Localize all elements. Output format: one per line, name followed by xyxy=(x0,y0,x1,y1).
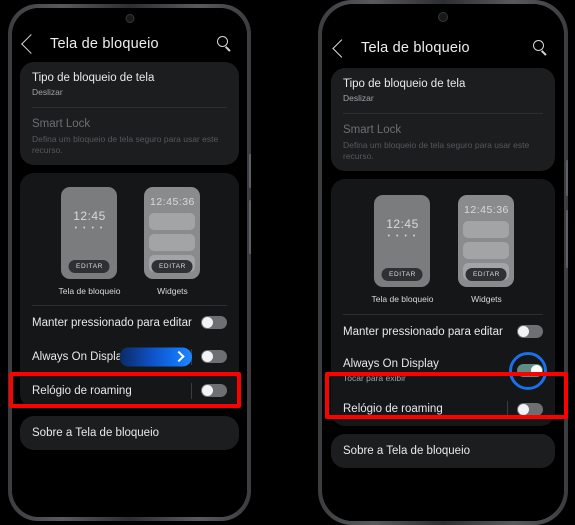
smart-lock-subtitle: Defina um bloqueio de tela seguro para u… xyxy=(32,133,219,155)
always-on-display-toggle[interactable] xyxy=(517,364,543,378)
always-on-display-title: Always On Display xyxy=(343,357,439,370)
page-title: Tela de bloqueio xyxy=(361,40,470,56)
widgets-tile[interactable]: 12:45:36 EDITAR xyxy=(458,194,515,287)
toggle-separator xyxy=(507,401,508,418)
phone-left-volume-button xyxy=(249,200,251,254)
widget-bar xyxy=(463,220,510,238)
front-camera-icon xyxy=(125,14,134,23)
roaming-clock-title: Relógio de roaming xyxy=(343,403,443,416)
about-lockscreen-title: Sobre a Tela de bloqueio xyxy=(343,445,471,458)
phone-right-bezel: Tela de bloqueio Tipo de bloqueio de tel… xyxy=(322,4,564,521)
lock-type-subtitle: Deslizar xyxy=(343,93,374,104)
roaming-clock-title: Relógio de roaming xyxy=(32,384,132,397)
row-roaming-clock[interactable]: Relógio de roaming xyxy=(20,374,239,408)
lockscreen-settings-app-left: Tela de bloqueio Tipo de bloqueio de tel… xyxy=(12,8,247,517)
app-header: Tela de bloqueio xyxy=(18,26,241,62)
comparison-stage: Tela de bloqueio Tipo de bloqueio de tel… xyxy=(0,0,575,525)
widgets-caption: Widgets xyxy=(471,293,502,304)
search-icon[interactable] xyxy=(217,36,233,52)
back-chevron-icon[interactable] xyxy=(21,34,41,54)
lock-type-subtitle: Deslizar xyxy=(32,87,63,98)
always-on-display-subtitle: Tocar para exibir xyxy=(343,373,406,384)
widgets-tile[interactable]: 12:45:36 EDITAR xyxy=(144,186,201,279)
preview-card: 12:45 • • • • EDITAR Tela de bloqueio 12… xyxy=(20,172,239,408)
toggle-separator xyxy=(191,382,192,399)
lock-type-title: Tipo de bloqueio de tela xyxy=(32,72,155,84)
page-title: Tela de bloqueio xyxy=(50,36,159,52)
lockscreen-settings-app-right: Tela de bloqueio Tipo de bloqueio de tel… xyxy=(322,4,564,521)
lockscreen-tile-dots: • • • • xyxy=(74,224,105,232)
blue-arrow-callout-icon xyxy=(120,347,192,367)
smart-lock-title: Smart Lock xyxy=(32,118,91,131)
preview-widgets[interactable]: 12:45:36 EDITAR Widgets xyxy=(144,186,201,296)
widgets-caption: Widgets xyxy=(157,285,188,296)
phone-left-side-button xyxy=(249,154,251,188)
smart-lock-title: Smart Lock xyxy=(343,124,402,137)
row-always-on-display[interactable]: Always On Display Tocar para exibir xyxy=(331,349,555,392)
app-header: Tela de bloqueio xyxy=(329,28,557,68)
about-card[interactable]: Sobre a Tela de bloqueio xyxy=(331,434,555,469)
lockscreen-tile[interactable]: 12:45 • • • • EDITAR xyxy=(374,194,431,287)
phone-left-bezel: Tela de bloqueio Tipo de bloqueio de tel… xyxy=(12,8,247,517)
row-lock-type[interactable]: Tipo de bloqueio de tela Deslizar xyxy=(20,62,239,107)
widget-bar xyxy=(463,241,510,259)
phone-right-screen: Tela de bloqueio Tipo de bloqueio de tel… xyxy=(322,4,564,521)
hold-to-edit-toggle[interactable] xyxy=(201,316,227,330)
phone-right-volume-button xyxy=(566,210,568,268)
hold-to-edit-title: Manter pressionado para editar xyxy=(32,316,192,329)
lock-type-title: Tipo de bloqueio de tela xyxy=(343,78,466,90)
widget-bar xyxy=(149,233,196,251)
preview-tiles: 12:45 • • • • EDITAR Tela de bloqueio 12… xyxy=(331,179,555,314)
lockscreen-edit-button[interactable]: EDITAR xyxy=(69,259,110,273)
search-icon[interactable] xyxy=(533,40,549,56)
row-always-on-display[interactable]: Always On Display xyxy=(20,340,239,374)
lockscreen-caption: Tela de bloqueio xyxy=(58,285,121,296)
row-about-lockscreen[interactable]: Sobre a Tela de bloqueio xyxy=(20,416,239,450)
lockscreen-caption: Tela de bloqueio xyxy=(371,293,434,304)
phone-right: Tela de bloqueio Tipo de bloqueio de tel… xyxy=(318,0,568,525)
hold-to-edit-toggle[interactable] xyxy=(517,325,543,339)
lockscreen-tile[interactable]: 12:45 • • • • EDITAR xyxy=(61,186,118,279)
lockscreen-edit-button[interactable]: EDITAR xyxy=(382,267,423,281)
preview-tiles: 12:45 • • • • EDITAR Tela de bloqueio 12… xyxy=(20,173,239,305)
phone-right-side-button xyxy=(566,160,568,196)
preview-widgets[interactable]: 12:45:36 EDITAR Widgets xyxy=(458,194,515,304)
widgets-edit-button[interactable]: EDITAR xyxy=(465,267,507,281)
phone-left: Tela de bloqueio Tipo de bloqueio de tel… xyxy=(8,4,251,521)
hold-to-edit-title: Manter pressionado para editar xyxy=(343,325,503,338)
row-roaming-clock[interactable]: Relógio de roaming xyxy=(331,392,555,426)
preview-card: 12:45 • • • • EDITAR Tela de bloqueio 12… xyxy=(331,178,555,427)
widget-bar xyxy=(149,212,196,230)
front-camera-icon xyxy=(438,12,448,22)
roaming-clock-toggle[interactable] xyxy=(517,402,543,416)
row-hold-to-edit[interactable]: Manter pressionado para editar xyxy=(20,306,239,340)
always-on-display-toggle[interactable] xyxy=(201,350,227,364)
lockscreen-tile-clock: 12:45 xyxy=(73,208,106,223)
widgets-tile-clock: 12:45:36 xyxy=(464,203,509,216)
lock-type-card: Tipo de bloqueio de tela Deslizar Smart … xyxy=(20,62,239,165)
preview-lockscreen[interactable]: 12:45 • • • • EDITAR Tela de bloqueio xyxy=(58,186,121,296)
row-smart-lock: Smart Lock Defina um bloqueio de tela se… xyxy=(20,108,239,164)
row-hold-to-edit[interactable]: Manter pressionado para editar xyxy=(331,315,555,349)
widgets-tile-clock: 12:45:36 xyxy=(150,195,195,208)
back-chevron-icon[interactable] xyxy=(332,38,351,58)
smart-lock-subtitle: Defina um bloqueio de tela seguro para u… xyxy=(343,139,530,161)
phone-left-screen: Tela de bloqueio Tipo de bloqueio de tel… xyxy=(12,8,247,517)
widgets-edit-button[interactable]: EDITAR xyxy=(151,259,193,273)
row-lock-type[interactable]: Tipo de bloqueio de tela Deslizar xyxy=(331,68,555,113)
lock-type-card: Tipo de bloqueio de tela Deslizar Smart … xyxy=(331,68,555,171)
about-card[interactable]: Sobre a Tela de bloqueio xyxy=(20,415,239,450)
about-lockscreen-title: Sobre a Tela de bloqueio xyxy=(32,426,160,439)
roaming-clock-toggle[interactable] xyxy=(201,384,227,398)
preview-lockscreen[interactable]: 12:45 • • • • EDITAR Tela de bloqueio xyxy=(371,194,434,304)
lockscreen-tile-clock: 12:45 xyxy=(386,216,419,231)
row-smart-lock: Smart Lock Defina um bloqueio de tela se… xyxy=(331,114,555,170)
row-about-lockscreen[interactable]: Sobre a Tela de bloqueio xyxy=(331,434,555,468)
lockscreen-tile-dots: • • • • xyxy=(387,232,418,240)
